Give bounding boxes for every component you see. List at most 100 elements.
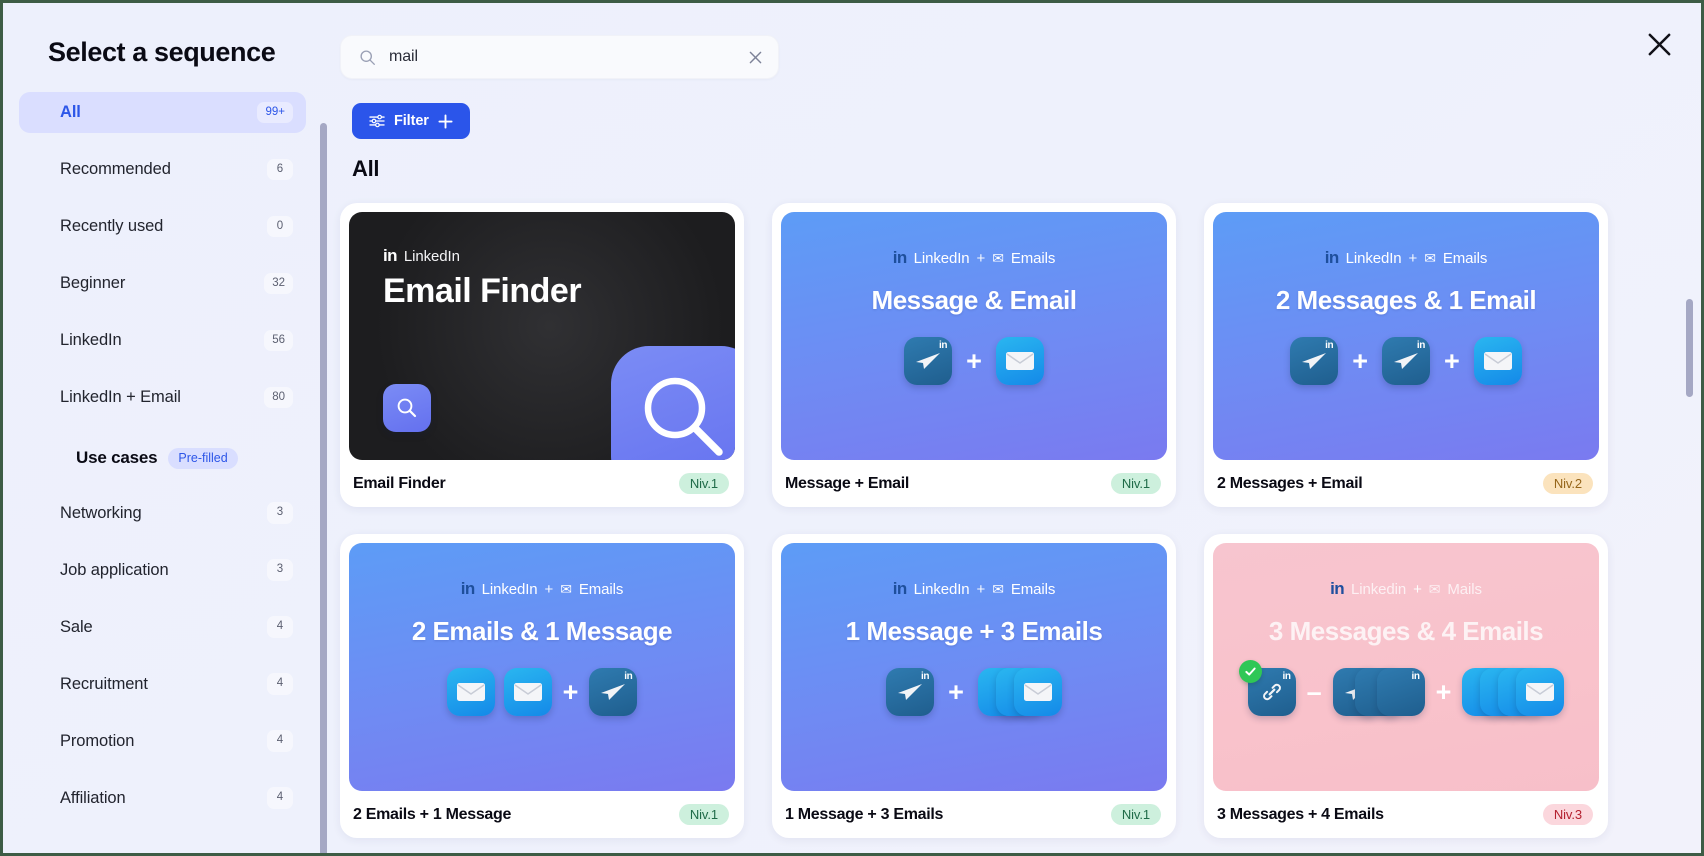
card-footer: Message + Email Niv.1 xyxy=(781,460,1167,507)
email-icon xyxy=(1516,668,1565,716)
use-cases-header: Use cases Pre-filled xyxy=(19,448,306,469)
card-step-icons: in + xyxy=(904,337,1044,385)
plus-separator: + xyxy=(948,676,964,707)
sidebar-item-count: 4 xyxy=(267,730,293,752)
card-name: 2 Emails + 1 Message xyxy=(353,805,512,823)
magnifier-glyph xyxy=(397,398,417,418)
paper-plane-glyph xyxy=(1302,353,1327,369)
sidebar-item-recommended[interactable]: Recommended 6 xyxy=(19,149,306,190)
card-name: Message + Email xyxy=(785,474,910,492)
email-stack xyxy=(977,668,1062,716)
magnifier-glyph-large xyxy=(644,377,723,456)
sidebar-item-count: 80 xyxy=(264,386,293,409)
sidebar-item-recently-used[interactable]: Recently used 0 xyxy=(19,206,306,247)
sequence-card-2-messages-email[interactable]: in LinkedIn + ✉ Emails 2 Messages & 1 Em… xyxy=(1204,203,1608,507)
card-kicker-text: LinkedIn xyxy=(403,247,460,265)
sidebar-scrollbar-thumb[interactable] xyxy=(320,123,327,853)
search-icon xyxy=(360,49,375,65)
in-tag: in xyxy=(1416,340,1425,351)
envelope-icon: ✉ xyxy=(1428,580,1441,597)
paper-plane-glyph xyxy=(898,684,923,700)
sidebar-item-networking[interactable]: Networking 3 xyxy=(19,493,306,534)
magnifier-icon-large xyxy=(611,346,735,460)
sidebar-item-label: Beginner xyxy=(60,274,126,292)
sequence-card-email-finder[interactable]: in LinkedIn Email Finder Email Finder Ni… xyxy=(340,203,744,507)
sidebar-item-count: 32 xyxy=(264,272,293,295)
card-kicker-plus: + xyxy=(544,580,554,598)
email-icon xyxy=(995,337,1044,385)
linkedin-icon: in xyxy=(892,248,908,267)
in-tag: in xyxy=(624,671,633,682)
paper-plane-glyph xyxy=(916,353,941,369)
level-badge: Niv.1 xyxy=(1110,804,1161,825)
plus-separator: + xyxy=(966,345,982,376)
prefilled-badge: Pre-filled xyxy=(168,448,238,469)
card-headline: 2 Emails & 1 Message xyxy=(411,616,673,646)
card-kicker-text: LinkedIn xyxy=(481,580,538,598)
card-step-icons: in + xyxy=(886,668,1062,716)
card-name: Email Finder xyxy=(353,474,446,492)
linkedin-icon: in xyxy=(1324,248,1340,267)
card-step-icons: in – in + xyxy=(1238,660,1565,716)
card-headline: 1 Message + 3 Emails xyxy=(845,616,1103,646)
linkedin-message-icon: in xyxy=(1290,337,1339,385)
sidebar-item-recruitment[interactable]: Recruitment 4 xyxy=(19,664,306,705)
sidebar-item-linkedin[interactable]: LinkedIn 56 xyxy=(19,320,306,361)
sidebar-item-label: Sale xyxy=(60,617,93,636)
link-glyph xyxy=(1262,683,1281,701)
sidebar-item-beginner[interactable]: Beginner 32 xyxy=(19,263,306,304)
card-name: 1 Message + 3 Emails xyxy=(785,805,944,823)
sidebar-item-count: 3 xyxy=(267,559,293,581)
sidebar-item-label: Promotion xyxy=(60,731,135,750)
message-stack: in in in xyxy=(1332,668,1425,716)
level-badge: Niv.1 xyxy=(1110,473,1161,494)
card-kicker-text2: Mails xyxy=(1447,580,1482,598)
card-thumbnail: in LinkedIn Email Finder xyxy=(349,212,735,460)
card-footer: 2 Emails + 1 Message Niv.1 xyxy=(349,791,735,838)
card-name: 3 Messages + 4 Emails xyxy=(1217,805,1384,823)
check-glyph xyxy=(1244,667,1256,676)
sidebar-scrollbar[interactable] xyxy=(320,99,327,853)
card-kicker-plus: + xyxy=(976,580,986,598)
level-badge: Niv.2 xyxy=(1542,473,1593,494)
sidebar-item-all[interactable]: All 99+ xyxy=(19,92,306,133)
card-footer: 3 Messages + 4 Emails Niv.3 xyxy=(1213,791,1599,838)
sequence-card-message-email[interactable]: in LinkedIn + ✉ Emails Message & Email i… xyxy=(772,203,1176,507)
sequence-card-1-message-3-emails[interactable]: in LinkedIn + ✉ Emails 1 Message + 3 Ema… xyxy=(772,534,1176,838)
sidebar-item-job-application[interactable]: Job application 3 xyxy=(19,550,306,591)
card-thumbnail: in LinkedIn + ✉ Emails 2 Emails & 1 Mess… xyxy=(349,543,735,791)
sidebar-item-count: 4 xyxy=(267,616,293,638)
sidebar-item-linkedin-email[interactable]: LinkedIn + Email 80 xyxy=(19,377,306,418)
envelope-glyph xyxy=(1023,683,1052,701)
sidebar-item-label: LinkedIn xyxy=(60,331,122,349)
filter-button[interactable]: Filter xyxy=(352,103,470,139)
sidebar-item-label: Recommended xyxy=(60,160,171,178)
sequence-card-3-messages-4-emails[interactable]: in Linkedin + ✉ Mails 3 Messages & 4 Ema… xyxy=(1204,534,1608,838)
sidebar-item-affiliation[interactable]: Affiliation 4 xyxy=(19,778,306,819)
sidebar-item-label: Affiliation xyxy=(60,788,126,807)
page-title: Select a sequence xyxy=(48,37,276,67)
close-button[interactable] xyxy=(1642,27,1676,61)
sidebar-item-label: LinkedIn + Email xyxy=(60,388,181,406)
content-scrollbar-thumb[interactable] xyxy=(1686,299,1693,397)
card-thumbnail: in Linkedin + ✉ Mails 3 Messages & 4 Ema… xyxy=(1213,543,1599,791)
linkedin-connect-icon: in xyxy=(1238,660,1296,716)
linkedin-icon: in xyxy=(460,579,476,598)
sequence-grid: in LinkedIn Email Finder Email Finder Ni… xyxy=(340,203,1701,838)
sidebar-item-count: 0 xyxy=(267,215,293,238)
search-input[interactable]: mail xyxy=(340,35,779,79)
envelope-glyph xyxy=(1526,683,1555,701)
clear-search-icon[interactable] xyxy=(747,49,764,66)
linkedin-message-icon: in xyxy=(886,668,935,716)
card-kicker-text2: Emails xyxy=(578,580,624,598)
sequence-card-2-emails-1-message[interactable]: in LinkedIn + ✉ Emails 2 Emails & 1 Mess… xyxy=(340,534,744,838)
linkedin-message-icon: in xyxy=(1376,668,1425,716)
sidebar-item-promotion[interactable]: Promotion 4 xyxy=(19,721,306,762)
envelope-icon: ✉ xyxy=(1424,249,1436,266)
sidebar-item-sale[interactable]: Sale 4 xyxy=(19,607,306,648)
email-icon xyxy=(1473,337,1522,385)
email-stack xyxy=(1462,668,1565,716)
card-headline: Message & Email xyxy=(871,285,1077,315)
close-icon xyxy=(1648,33,1670,55)
paper-plane-glyph xyxy=(601,684,626,700)
